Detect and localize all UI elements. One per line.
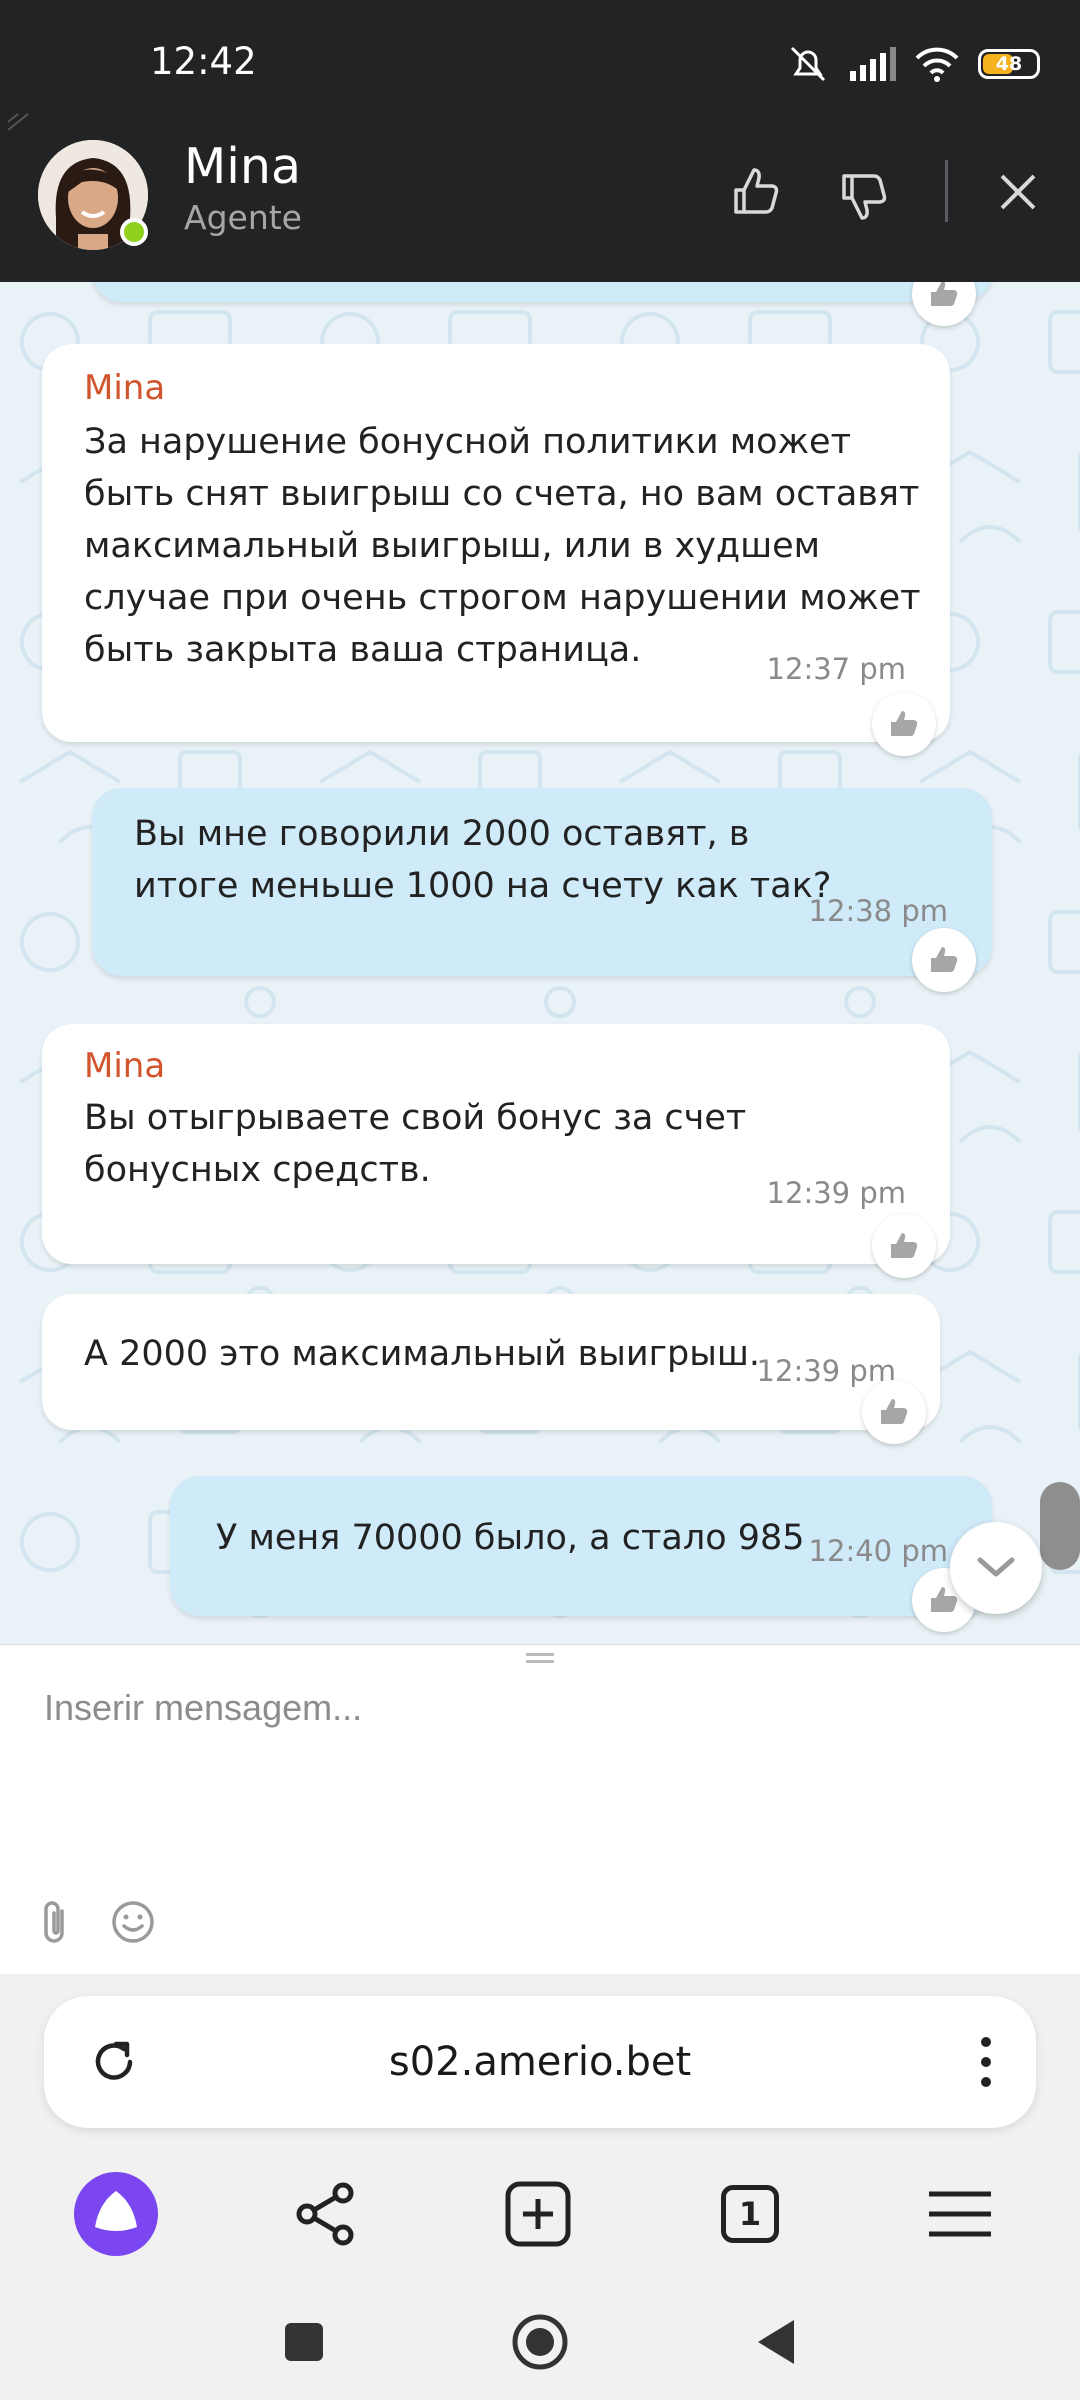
like-message-button[interactable] bbox=[872, 692, 936, 756]
square-icon bbox=[285, 2323, 323, 2361]
assistant-button[interactable] bbox=[68, 2166, 164, 2262]
reload-icon bbox=[95, 2041, 133, 2080]
page-menu-button[interactable] bbox=[976, 2032, 996, 2096]
url-text[interactable]: s02.amerio.bet bbox=[44, 1996, 1036, 2128]
back-button[interactable] bbox=[736, 2302, 816, 2382]
online-status-indicator bbox=[120, 218, 148, 246]
wifi-icon bbox=[915, 47, 959, 82]
thumbs-up-icon bbox=[881, 1399, 908, 1424]
message-text: Вы отыгрываете свой бонус за счет бонусн… bbox=[84, 1098, 747, 1190]
thumbs-up-button[interactable] bbox=[726, 162, 786, 222]
emoji-button[interactable] bbox=[110, 1899, 156, 1949]
composer-resize-handle[interactable] bbox=[526, 1653, 554, 1663]
chevron-down-icon bbox=[977, 1557, 1015, 1577]
scrollbar-thumb[interactable] bbox=[1040, 1482, 1080, 1570]
tabs-button[interactable]: 1 bbox=[702, 2166, 798, 2262]
outgoing-message: У меня 70000 было, а стало 985 12:40 pm bbox=[170, 1476, 992, 1616]
address-bar[interactable]: s02.amerio.bet bbox=[44, 1996, 1036, 2128]
outgoing-message: Вы мне говорили 2000 оставят, в итоге ме… bbox=[92, 788, 992, 976]
close-chat-button[interactable] bbox=[992, 166, 1044, 218]
circle-home-icon bbox=[512, 2314, 568, 2370]
like-message-button[interactable] bbox=[912, 928, 976, 992]
browser-menu-button[interactable] bbox=[912, 2166, 1008, 2262]
thumbs-down-icon bbox=[842, 174, 887, 220]
battery-level: 48 bbox=[995, 53, 1023, 75]
message-time: 12:39 pm bbox=[766, 1176, 906, 1210]
message-text: У меня 70000 было, а стало 985 bbox=[216, 1518, 805, 1558]
message-text: За нарушение бонусной политики может быт… bbox=[84, 422, 921, 670]
battery-icon: 48 bbox=[978, 49, 1040, 79]
incoming-message: Mina Вы отыгрываете свой бонус за счет б… bbox=[42, 1024, 950, 1264]
attach-file-button[interactable] bbox=[36, 1899, 76, 1951]
new-tab-button[interactable] bbox=[490, 2166, 586, 2262]
message-composer bbox=[0, 1644, 1080, 1974]
recent-apps-button[interactable] bbox=[264, 2302, 344, 2382]
message-time: 12:38 pm bbox=[808, 894, 948, 928]
tabs-count-icon: 1 bbox=[721, 2185, 779, 2243]
tab-count: 1 bbox=[738, 2195, 762, 2233]
agent-name: Mina bbox=[184, 138, 301, 195]
message-bubble-partial bbox=[92, 282, 992, 302]
browser-toolbar: s02.amerio.bet 1 bbox=[0, 1974, 1080, 2400]
signal-icon bbox=[850, 47, 896, 81]
more-vertical-icon bbox=[981, 2037, 991, 2087]
message-time: 12:37 pm bbox=[766, 652, 906, 686]
message-sender: Mina bbox=[84, 368, 166, 408]
paperclip-icon bbox=[44, 1901, 64, 1943]
message-text: А 2000 это максимальный выигрыш. bbox=[84, 1334, 761, 1374]
home-button[interactable] bbox=[500, 2302, 580, 2382]
thumbs-up-icon bbox=[734, 168, 779, 214]
thumbs-up-icon bbox=[891, 711, 918, 736]
status-icons: 48 bbox=[786, 44, 1040, 84]
hamburger-menu-icon bbox=[929, 2191, 991, 2237]
message-time: 12:39 pm bbox=[756, 1354, 896, 1388]
like-message-button[interactable] bbox=[872, 1214, 936, 1278]
like-message-button[interactable] bbox=[862, 1380, 926, 1444]
message-text: Вы мне говорили 2000 оставят, в итоге ме… bbox=[134, 814, 832, 906]
incoming-message: Mina За нарушение бонусной политики може… bbox=[42, 344, 950, 742]
status-bar: 12:42 48 bbox=[0, 0, 1080, 104]
triangle-back-icon bbox=[758, 2320, 794, 2364]
agent-role: Agente bbox=[184, 198, 302, 237]
mute-alarm-icon bbox=[790, 46, 826, 82]
share-icon bbox=[296, 2182, 354, 2246]
plus-box-icon bbox=[505, 2181, 571, 2247]
header-divider bbox=[945, 160, 948, 222]
share-button[interactable] bbox=[278, 2166, 374, 2262]
status-time: 12:42 bbox=[150, 40, 257, 83]
chat-header: Mina Agente bbox=[0, 104, 1080, 282]
message-sender: Mina bbox=[84, 1046, 166, 1086]
smiley-icon bbox=[112, 1901, 154, 1943]
thumbs-up-icon bbox=[931, 282, 958, 306]
message-time: 12:40 pm bbox=[808, 1534, 948, 1568]
alice-assistant-icon bbox=[74, 2172, 158, 2256]
message-input[interactable] bbox=[44, 1673, 1024, 1743]
incoming-message: А 2000 это максимальный выигрыш. 12:39 p… bbox=[42, 1294, 940, 1430]
thumbs-up-icon bbox=[931, 947, 958, 972]
reload-button[interactable] bbox=[86, 2034, 142, 2094]
resize-grip-icon bbox=[7, 113, 29, 131]
scroll-to-bottom-button[interactable] bbox=[950, 1522, 1042, 1614]
thumbs-down-button[interactable] bbox=[834, 166, 894, 226]
thumbs-up-icon bbox=[891, 1233, 918, 1258]
close-icon bbox=[1000, 174, 1036, 210]
chat-messages-area[interactable]: Mina За нарушение бонусной политики може… bbox=[0, 282, 1080, 1644]
